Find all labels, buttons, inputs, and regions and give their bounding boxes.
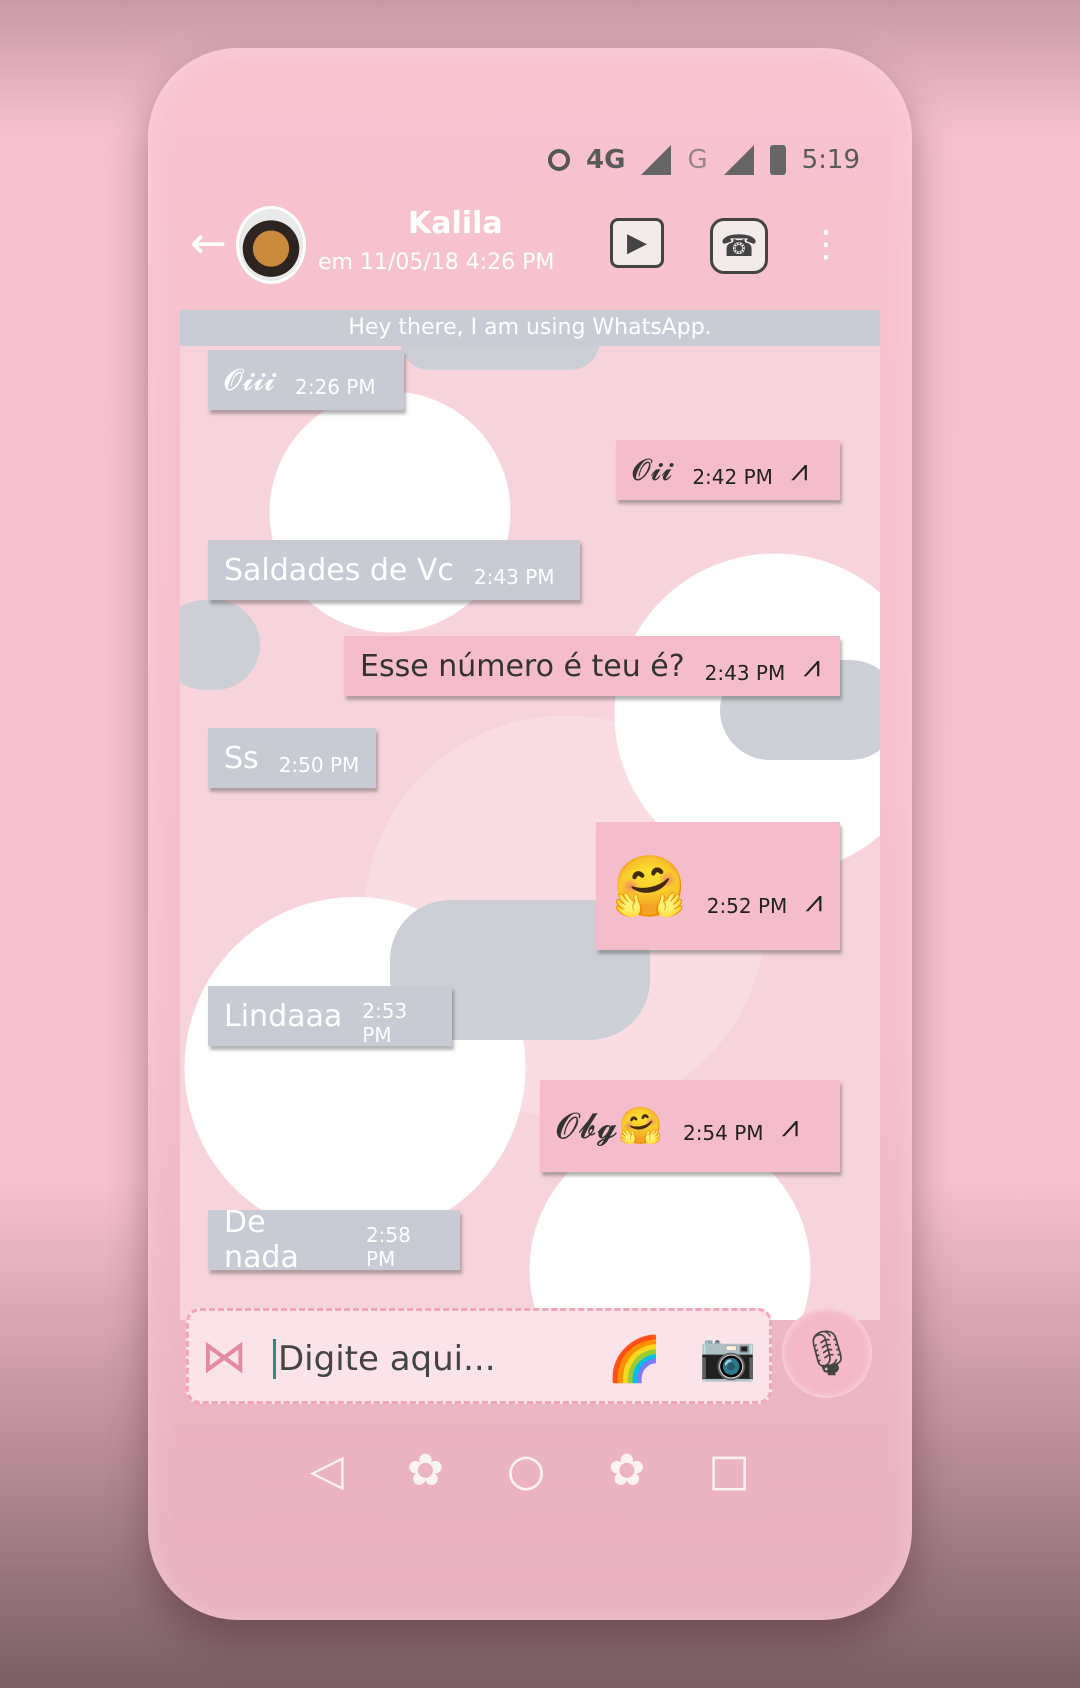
message-bubble-incoming[interactable]: Lindaaa 2:53 PM	[208, 986, 452, 1047]
microphone-icon: 🎙	[799, 1328, 855, 1379]
flower-icon: ✿	[608, 1444, 646, 1496]
chat-area[interactable]: Hey there, I am using WhatsApp. 𝓞𝓲𝓲𝓲 2:2…	[180, 310, 880, 1320]
bow-icon[interactable]: ⋈	[201, 1329, 247, 1383]
network-type-2: G	[687, 145, 708, 175]
signal-icon	[641, 145, 672, 175]
video-call-icon[interactable]: ▶	[610, 218, 664, 268]
contact-name[interactable]: Kalila	[408, 206, 503, 241]
message-time: 2:58 PM	[365, 1223, 411, 1271]
message-text: 𝓞𝓲𝓲	[632, 452, 673, 488]
phone-call-icon[interactable]: ☎	[710, 218, 768, 274]
message-bubble-incoming[interactable]: 𝓞𝓲𝓲𝓲 2:26 PM	[208, 350, 404, 410]
nav-back-icon[interactable]: ◁	[310, 1445, 344, 1496]
status-bar: 4G G 5:19	[548, 140, 868, 180]
read-receipt-icon: ⩘	[781, 1108, 799, 1144]
message-text: Lindaaa	[224, 998, 343, 1034]
message-text: 𝓞𝓫𝓰🤗	[556, 1105, 663, 1147]
read-receipt-icon: ⩘	[805, 883, 823, 919]
message-input[interactable]: Digite aqui...	[273, 1339, 496, 1379]
message-bubble-outgoing[interactable]: 𝓞𝓲𝓲 2:42 PM ⩘	[616, 440, 840, 500]
message-bubble-incoming[interactable]: De nada 2:58 PM	[208, 1205, 460, 1275]
message-time: 2:52 PM	[706, 894, 788, 918]
contact-status-banner: Hey there, I am using WhatsApp.	[180, 310, 880, 346]
camera-icon[interactable]: 📷	[699, 1329, 756, 1384]
message-time: 2:43 PM	[704, 661, 786, 685]
microphone-button[interactable]: 🎙	[782, 1308, 872, 1398]
message-text: Esse número é teu é?	[360, 648, 685, 684]
message-time: 2:42 PM	[692, 465, 773, 489]
message-text: 𝓞𝓲𝓲𝓲	[224, 362, 276, 398]
system-nav-bar: ◁ ✿ ○ ✿ □	[310, 1440, 750, 1500]
last-seen: em 11/05/18 4:26 PM	[318, 250, 555, 275]
message-text: 🤗	[612, 851, 687, 922]
message-time: 2:50 PM	[278, 753, 360, 777]
message-time: 2:43 PM	[473, 565, 555, 589]
read-receipt-icon: ⩘	[790, 452, 808, 488]
chat-header: ← Kalila em 11/05/18 4:26 PM ▶ ☎ ⋮	[180, 200, 880, 290]
message-time: 2:54 PM	[682, 1121, 764, 1145]
flower-icon: ✿	[406, 1444, 444, 1496]
message-time: 2:53 PM	[362, 999, 408, 1047]
back-arrow-icon[interactable]: ←	[190, 222, 227, 266]
more-vertical-icon[interactable]: ⋮	[808, 218, 844, 270]
message-bubble-outgoing[interactable]: 🤗 2:52 PM ⩘	[596, 822, 840, 950]
rainbow-icon[interactable]: 🌈	[607, 1333, 662, 1385]
wallpaper-cloud	[180, 600, 260, 690]
read-receipt-icon: ⩘	[803, 648, 821, 684]
message-input-bar[interactable]: ⋈ Digite aqui... 🌈 📷	[186, 1308, 772, 1404]
message-text: Saldades de Vc	[224, 552, 454, 588]
message-bubble-outgoing[interactable]: 𝓞𝓫𝓰🤗 2:54 PM ⩘	[540, 1080, 840, 1172]
clock: 5:19	[801, 145, 860, 175]
message-bubble-incoming[interactable]: Ss 2:50 PM	[208, 728, 376, 788]
nav-home-icon[interactable]: ○	[507, 1445, 545, 1496]
message-bubble-outgoing[interactable]: Esse número é teu é? 2:43 PM ⩘	[344, 636, 840, 696]
message-text: Ss	[224, 740, 259, 776]
avatar[interactable]	[236, 206, 306, 284]
message-time: 2:26 PM	[295, 375, 376, 399]
nav-recent-icon[interactable]: □	[708, 1445, 750, 1496]
battery-icon	[769, 145, 786, 175]
hotspot-icon	[548, 149, 570, 171]
signal-icon-2	[723, 145, 754, 175]
message-text: De nada	[224, 1205, 299, 1275]
message-bubble-incoming[interactable]: Saldades de Vc 2:43 PM	[208, 540, 580, 600]
network-type: 4G	[586, 145, 626, 175]
